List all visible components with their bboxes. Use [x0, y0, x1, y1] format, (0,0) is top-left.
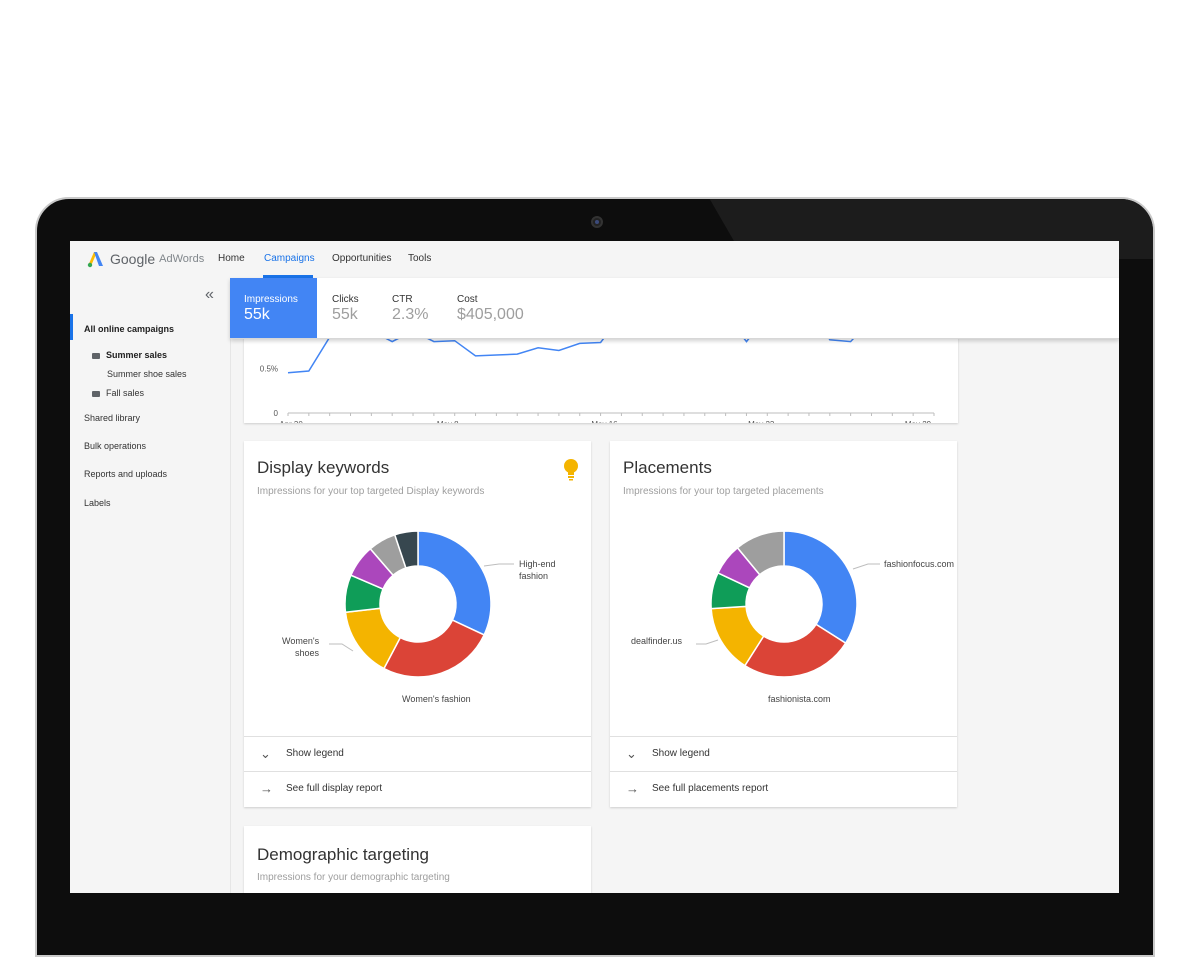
slice-label: Women's fashion [402, 694, 471, 704]
slice-label: fashion [519, 571, 548, 581]
x-tick-label: May 8 [437, 420, 459, 423]
show-legend-row[interactable]: ⌄ Show legend [244, 736, 591, 772]
donut-slice[interactable] [417, 530, 492, 636]
stat-value: 55k [244, 306, 270, 323]
y-tick-label: 0.5% [260, 364, 278, 373]
leader-line [329, 643, 354, 652]
slice-label: Women's [282, 636, 320, 646]
stat-clicks[interactable]: Clicks 55k [318, 278, 378, 338]
slice-label: High-end [519, 559, 556, 569]
app-screen: Google AdWords Home Campaigns Opportunit… [70, 241, 1119, 893]
sidebar-item-summer-sales[interactable]: Summer sales [92, 350, 167, 360]
nav-campaigns[interactable]: Campaigns [264, 253, 315, 264]
logo-google-text: Google [110, 251, 156, 267]
chevron-down-icon: ⌄ [260, 746, 271, 761]
leader-line [483, 563, 514, 567]
card-title: Demographic targeting [257, 845, 429, 864]
nav-opportunities[interactable]: Opportunities [332, 253, 391, 264]
donut-slices [710, 530, 858, 678]
x-tick-label: May 29 [905, 420, 932, 423]
slice-label: shoes [295, 648, 320, 658]
keywords-donut-chart: High-end fashion Women's fashion Women's… [282, 530, 556, 704]
x-tick-label: Apr 30 [279, 420, 303, 423]
webcam [591, 216, 603, 228]
stat-value: $405,000 [457, 306, 524, 323]
folder-icon [92, 390, 100, 397]
stat-label: Clicks [332, 294, 359, 305]
folder-icon [92, 352, 100, 359]
sidebar-item-fall-sales[interactable]: Fall sales [92, 388, 144, 398]
top-nav: Google AdWords Home Campaigns Opportunit… [70, 241, 1119, 279]
adwords-logo[interactable]: Google AdWords [86, 249, 204, 269]
stat-label: Impressions [244, 294, 298, 305]
logo-product-text: AdWords [159, 253, 205, 265]
slice-label: dealfinder.us [631, 636, 683, 646]
donut-slice[interactable] [382, 619, 486, 678]
adwords-logo-icon [87, 252, 103, 268]
chevron-down-icon: ⌄ [626, 746, 637, 761]
arrow-right-icon: → [626, 781, 639, 796]
card-subtitle: Impressions for your demographic targeti… [257, 872, 450, 883]
sidebar-item-shared-library[interactable]: Shared library [84, 413, 140, 423]
leader-line [852, 563, 880, 570]
sidebar-item-reports-uploads[interactable]: Reports and uploads [84, 469, 167, 479]
see-full-report-row[interactable]: → See full placements report [610, 771, 957, 807]
stat-cost[interactable]: Cost $405,000 [443, 278, 553, 338]
show-legend-label: Show legend [286, 748, 344, 759]
sidebar-item-summer-shoe-sales[interactable]: Summer shoe sales [107, 369, 187, 379]
show-legend-label: Show legend [652, 748, 710, 759]
placements-donut-chart: fashionfocus.com fashionista.com dealfin… [631, 530, 954, 704]
stat-label: Cost [457, 294, 478, 305]
stats-bar: Impressions 55k Clicks 55k CTR 2.3% Cost… [230, 278, 1119, 339]
leader-line [696, 639, 719, 645]
nav-home[interactable]: Home [218, 253, 245, 264]
x-tick-label: May 16 [591, 420, 618, 423]
show-legend-row[interactable]: ⌄ Show legend [610, 736, 957, 772]
stat-ctr[interactable]: CTR 2.3% [378, 278, 443, 338]
donut-slices [344, 530, 492, 678]
display-keywords-card: Display keywords Impressions for your to… [244, 441, 591, 807]
slice-label: fashionfocus.com [884, 559, 954, 569]
main-content: Impressions 55k Clicks 55k CTR 2.3% Cost… [230, 278, 1119, 893]
stat-label: CTR [392, 294, 413, 305]
sidebar-active-indicator [70, 314, 73, 340]
see-full-report-row[interactable]: → See full display report [244, 771, 591, 807]
x-tick-label: May 23 [748, 420, 775, 423]
stat-impressions[interactable]: Impressions 55k [230, 278, 317, 338]
collapse-sidebar-icon[interactable]: « [205, 286, 214, 304]
arrow-right-icon: → [260, 781, 273, 796]
sidebar-item-bulk-operations[interactable]: Bulk operations [84, 441, 146, 451]
demographic-targeting-card: Demographic targeting Impressions for yo… [244, 826, 591, 893]
placements-card: Placements Impressions for your top targ… [610, 441, 957, 807]
nav-tools[interactable]: Tools [408, 253, 431, 264]
see-full-report-label: See full display report [286, 783, 383, 794]
y-tick-label: 0 [274, 409, 279, 418]
see-full-report-label: See full placements report [652, 783, 769, 794]
stat-value: 2.3% [392, 306, 429, 323]
sidebar-item-all-campaigns[interactable]: All online campaigns [84, 324, 174, 334]
slice-label: fashionista.com [768, 694, 831, 704]
sidebar-item-labels[interactable]: Labels [84, 498, 111, 508]
sidebar-item-label: Summer sales [106, 350, 168, 360]
sidebar-item-label: Fall sales [106, 388, 145, 398]
sidebar: « All online campaigns Summer sales Summ… [70, 278, 231, 893]
stat-value: 55k [332, 306, 358, 323]
